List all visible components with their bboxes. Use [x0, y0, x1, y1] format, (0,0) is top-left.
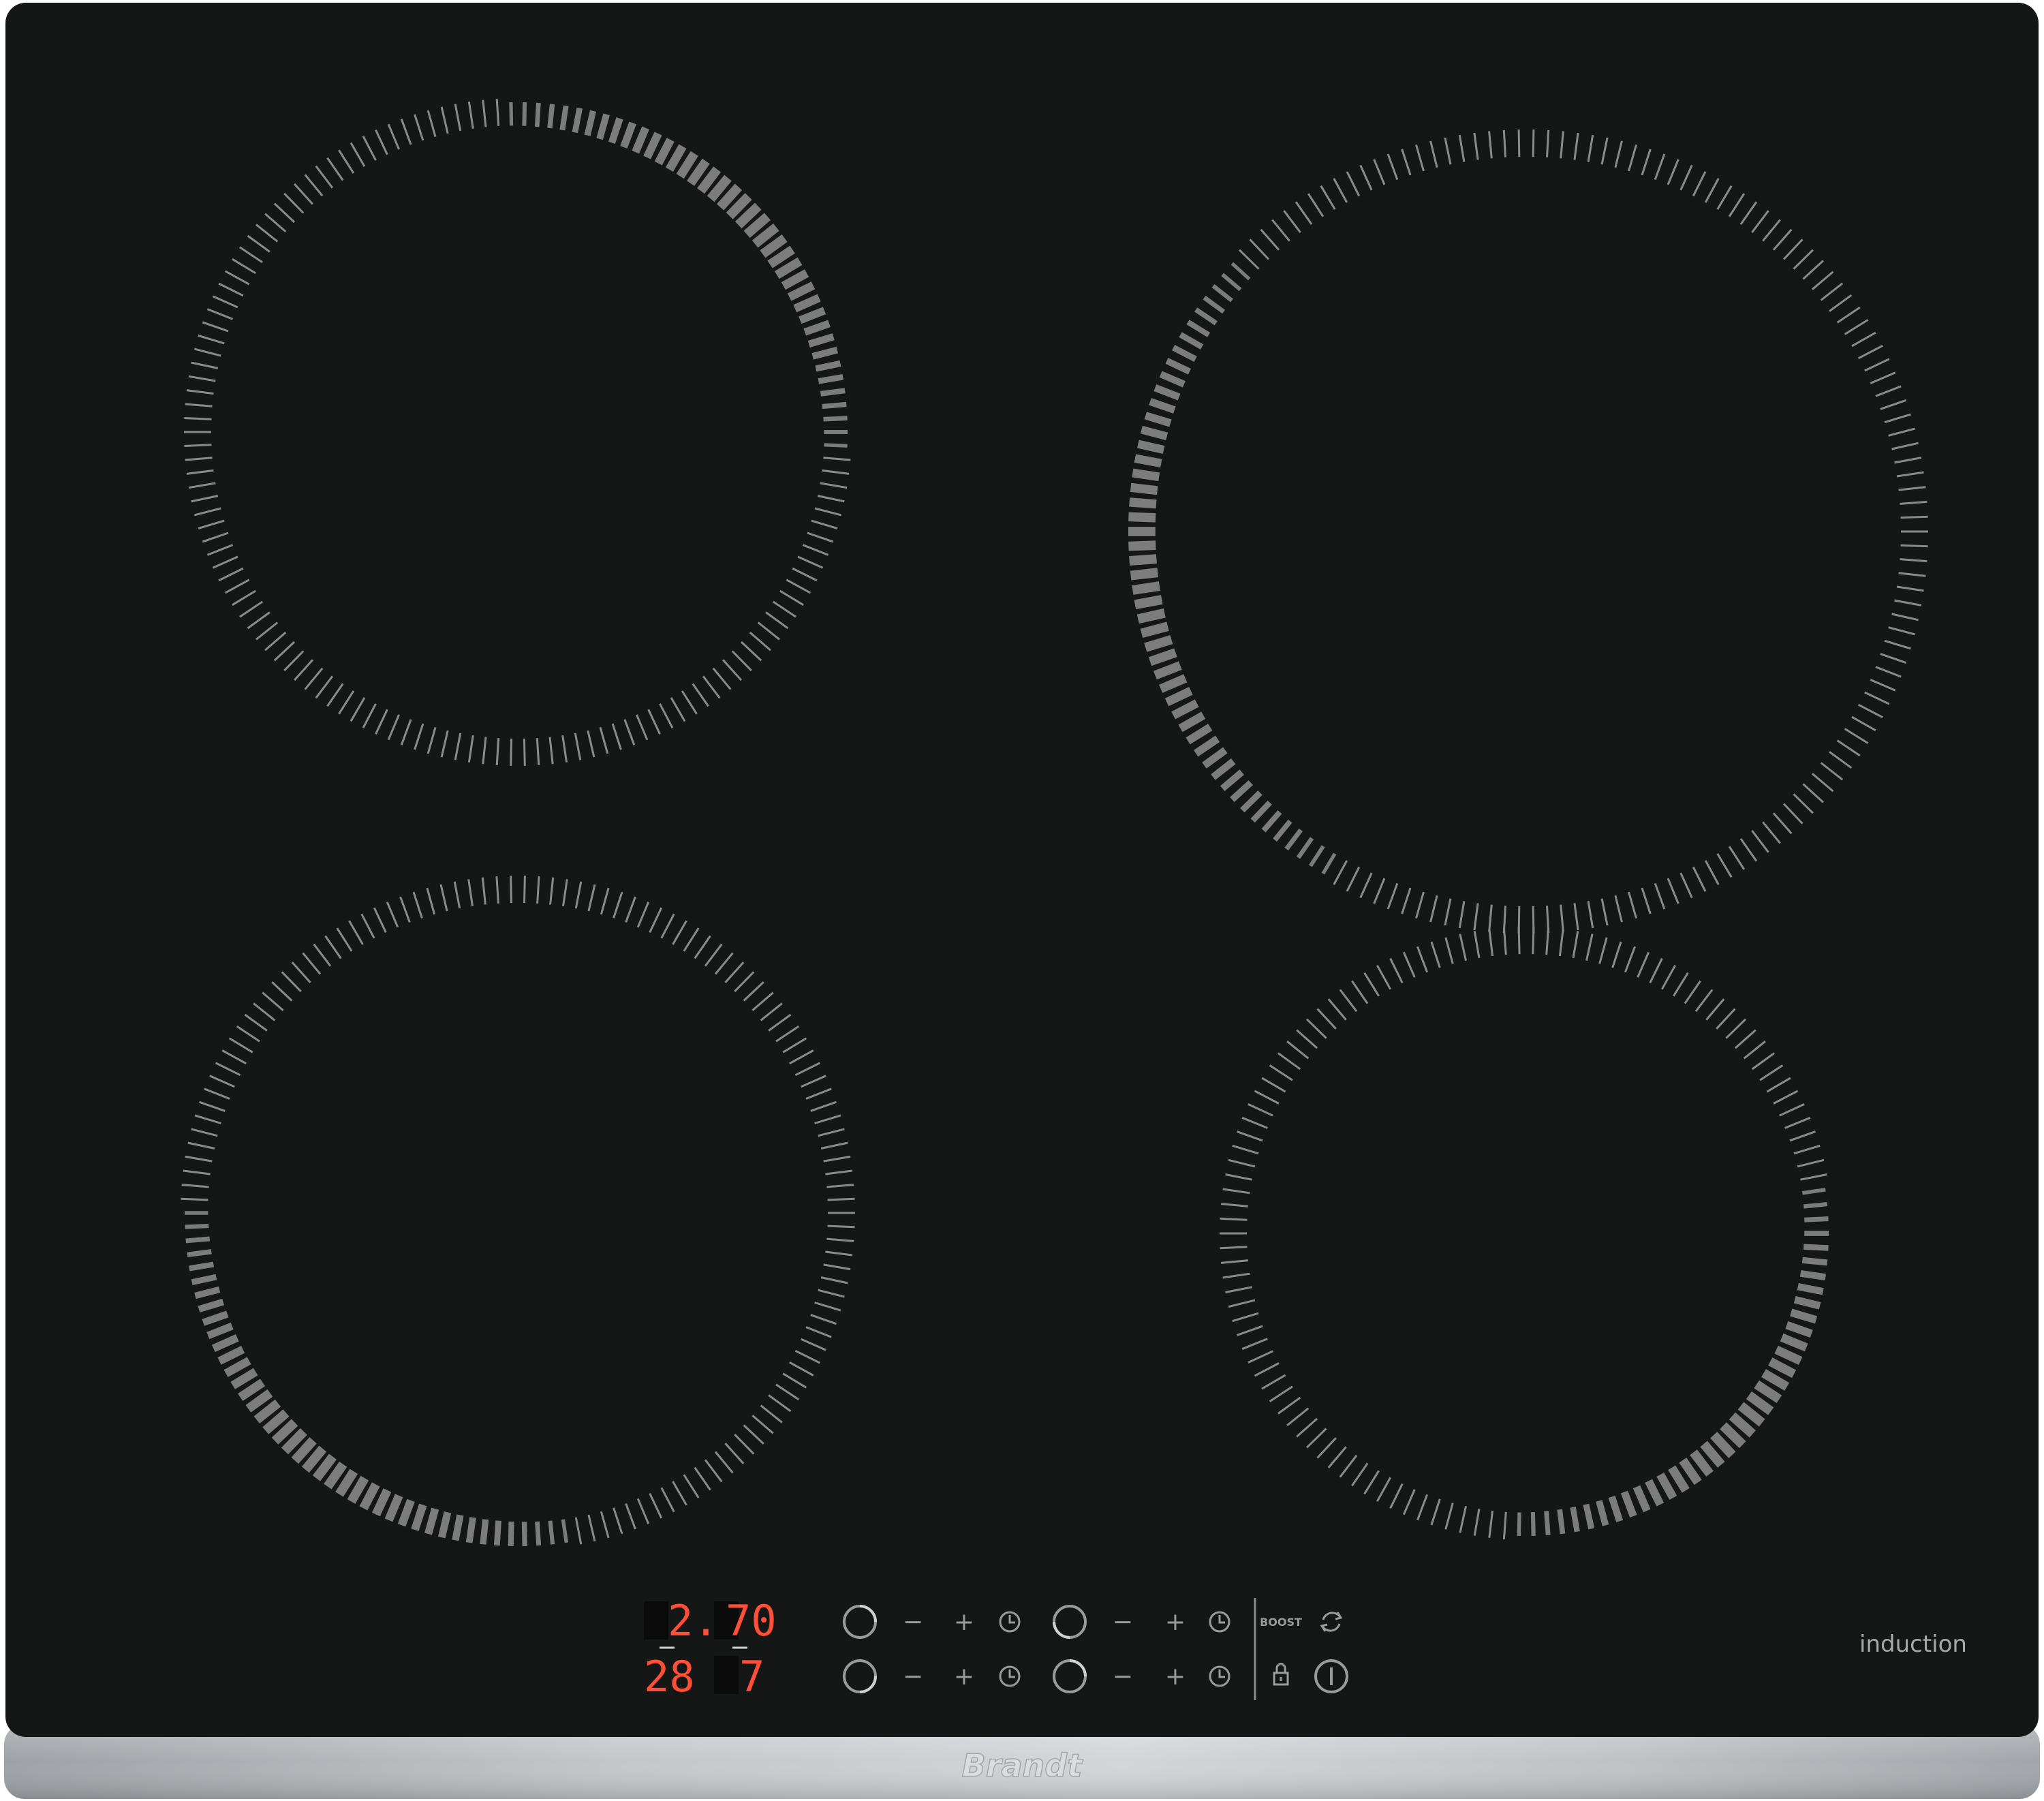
display-window-3: [714, 1656, 739, 1694]
zone-heat-mark: [480, 1519, 489, 1545]
brand-logo: Brandt: [962, 1747, 1083, 1784]
induction-label: induction: [1859, 1631, 1967, 1658]
zone-heat-mark: [1136, 608, 1166, 624]
zone-heat-mark: [1544, 1511, 1551, 1536]
zone-heat-mark: [1130, 482, 1158, 495]
zone-heat-mark: [1804, 1216, 1829, 1222]
zone-ring-mark: [827, 1197, 855, 1201]
zone-ring-mark: [184, 417, 212, 420]
minus-button-front-left[interactable]: −: [903, 1663, 923, 1691]
zone-ring-mark: [184, 444, 212, 447]
plus-button-front-right[interactable]: +: [1165, 1663, 1186, 1691]
zone-heat-mark: [1130, 568, 1159, 581]
zone-ring-mark: [523, 738, 526, 766]
display-rear-right: 70: [726, 1596, 777, 1646]
zone-ring-mark: [510, 876, 512, 904]
zone-heat-mark: [493, 1520, 501, 1546]
induction-hob: 2. 70 28 7 − + − + BOOST − + − + inducti…: [4, 3, 2040, 1799]
display-front-left: 28: [644, 1652, 695, 1702]
zone-heat-mark: [1803, 1244, 1829, 1251]
zone-heat-mark: [824, 443, 848, 448]
zone-heat-mark: [1128, 540, 1156, 551]
zone-ring-mark: [1900, 515, 1928, 519]
zone-heat-mark: [535, 1521, 542, 1546]
zone-heat-mark: [820, 388, 846, 397]
zone-ring-mark: [510, 738, 513, 766]
zone-heat-mark: [508, 1521, 514, 1546]
zone-heat-mark: [1132, 468, 1160, 482]
zone-heat-mark: [548, 1520, 555, 1545]
boost-button[interactable]: BOOST: [1260, 1616, 1302, 1629]
zone-heat-mark: [1129, 554, 1157, 566]
zone-ring-mark: [1220, 1246, 1248, 1250]
zone-heat-mark: [1132, 581, 1160, 595]
zone-heat-mark: [1134, 595, 1163, 610]
zone-heat-mark: [1129, 497, 1157, 509]
zone-heat-mark: [822, 401, 847, 410]
zone-heat-mark: [559, 105, 569, 131]
zone-heat-mark: [1128, 512, 1156, 523]
zone-heat-mark: [1136, 440, 1165, 455]
display-window-1: [644, 1601, 668, 1640]
zone-heat-mark: [547, 104, 555, 129]
zone-ring-mark: [1900, 544, 1928, 548]
minus-button-rear-left[interactable]: −: [903, 1608, 923, 1636]
zone-heat-mark: [534, 102, 541, 127]
zone-heat-mark: [1557, 1509, 1566, 1535]
zone-heat-mark: [1134, 454, 1162, 468]
plus-button-rear-right[interactable]: +: [1165, 1608, 1186, 1636]
zone-heat-mark: [187, 1249, 212, 1258]
zone-heat-mark: [823, 416, 848, 422]
minus-button-rear-right[interactable]: −: [1113, 1608, 1133, 1636]
zone-heat-mark: [522, 102, 527, 126]
minus-button-front-right[interactable]: −: [1113, 1663, 1133, 1691]
display-front-right: 7: [739, 1652, 764, 1702]
zone-ring-mark: [181, 1197, 208, 1201]
zone-heat-mark: [818, 374, 843, 384]
zone-heat-mark: [465, 1517, 476, 1543]
plus-button-front-left[interactable]: +: [954, 1663, 974, 1691]
zone-heat-mark: [185, 1236, 211, 1244]
zone-ring-mark: [1220, 1217, 1248, 1221]
zone-heat-mark: [1803, 1202, 1828, 1209]
zone-heat-mark: [1530, 1512, 1536, 1536]
zone-ring-mark: [1532, 927, 1535, 955]
zone-heat-mark: [452, 1514, 464, 1541]
zone-heat-mark: [509, 102, 514, 126]
glass-surface: [5, 3, 2039, 1737]
zone-heat-mark: [1797, 1282, 1824, 1295]
zone-heat-mark: [185, 1223, 209, 1229]
zone-ring-mark: [1532, 129, 1535, 157]
zone-ring-mark: [827, 1225, 855, 1229]
zone-heat-mark: [1799, 1269, 1827, 1281]
zone-heat-mark: [1801, 1257, 1828, 1266]
display-rear-left: 2.: [668, 1596, 719, 1646]
plus-button-rear-left[interactable]: +: [954, 1608, 974, 1636]
